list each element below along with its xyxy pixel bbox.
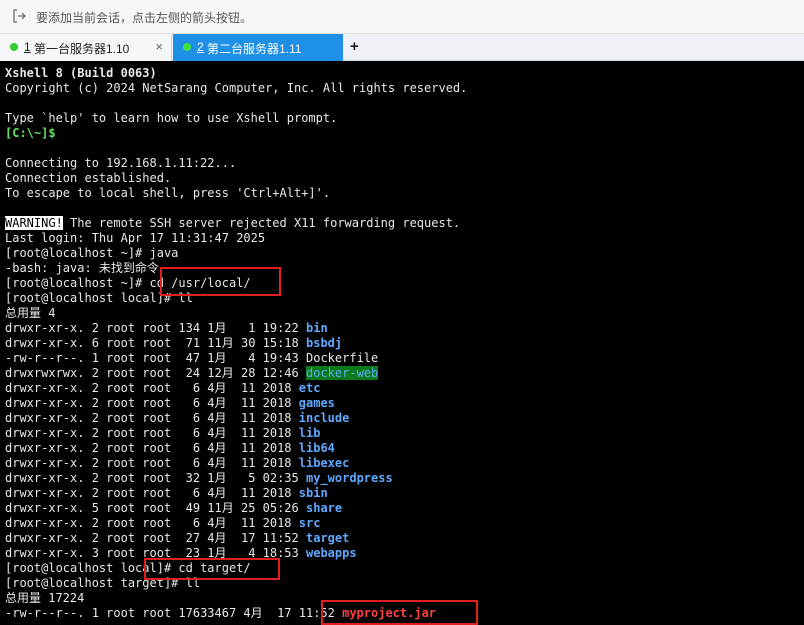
tab-label: 第一台服务器1.10 [34, 42, 130, 56]
listing-row: drwxr-xr-x. 6 root root 71 11月 30 15:18 … [5, 336, 467, 351]
listing-meta: drwxr-xr-x. 2 root root 6 4月 11 2018 [5, 396, 299, 410]
listing-row: drwxr-xr-x. 2 root root 6 4月 11 2018 sbi… [5, 486, 467, 501]
listing-row: drwxrwxrwx. 2 root root 24 12月 28 12:46 … [5, 366, 467, 381]
listing-name: include [298, 411, 350, 425]
connected-status-icon [10, 43, 18, 51]
terminal-line: Copyright (c) 2024 NetSarang Computer, I… [5, 81, 468, 95]
terminal-line: [root@localhost ~]# java [5, 246, 179, 260]
listing-meta: -rw-r--r--. 1 root root 17633467 4月 17 1… [5, 606, 343, 620]
terminal-lines: Xshell 8 (Build 0063) Copyright (c) 2024… [5, 66, 467, 621]
terminal-line: Connecting to 192.168.1.11:22... [5, 156, 237, 170]
terminal-line: 总用量 4 [5, 306, 56, 320]
session-tab-bar: 1 第一台服务器1.10 × 2 第二台服务器1.11 + [0, 34, 804, 61]
listing-row: drwxr-xr-x. 2 root root 134 1月 1 19:22 b… [5, 321, 467, 336]
listing-meta: drwxr-xr-x. 2 root root 134 1月 1 19:22 [5, 321, 306, 335]
listing-name: target [306, 531, 350, 545]
listing-name: my_wordpress [306, 471, 393, 485]
listing-row: drwxr-xr-x. 2 root root 6 4月 11 2018 inc… [5, 411, 467, 426]
listing-meta: drwxr-xr-x. 5 root root 49 11月 25 05:26 [5, 501, 306, 515]
listing-row: -rw-r--r--. 1 root root 47 1月 4 19:43 Do… [5, 351, 467, 366]
terminal-output[interactable]: Xshell 8 (Build 0063) Copyright (c) 2024… [0, 61, 804, 625]
listing-row: drwxr-xr-x. 2 root root 27 4月 17 11:52 t… [5, 531, 467, 546]
highlight-jar-file [321, 600, 478, 625]
listing-name: sbin [298, 486, 328, 500]
terminal-line: [C:\~]$ [5, 126, 56, 140]
terminal-line: WARNING! The remote SSH server rejected … [5, 216, 467, 231]
new-tab-button[interactable]: + [350, 38, 359, 55]
listing-name: webapps [306, 546, 357, 560]
listing-row: drwxr-xr-x. 5 root root 49 11月 25 05:26 … [5, 501, 467, 516]
session-hint-text: 要添加当前会话，点击左侧的箭头按钮。 [36, 11, 253, 25]
listing-meta: drwxr-xr-x. 2 root root 6 4月 11 2018 [5, 516, 299, 530]
terminal-line: Xshell 8 (Build 0063) [5, 66, 157, 80]
listing-meta: drwxr-xr-x. 2 root root 6 4月 11 2018 [5, 456, 299, 470]
listing-meta: drwxr-xr-x. 2 root root 6 4月 11 2018 [5, 426, 299, 440]
listing-name: games [298, 396, 335, 410]
terminal-line: Connection established. [5, 171, 172, 185]
session-hint-bar: 要添加当前会话，点击左侧的箭头按钮。 [0, 0, 804, 34]
listing-row: drwxr-xr-x. 2 root root 6 4月 11 2018 lib… [5, 441, 467, 456]
listing-meta: drwxr-xr-x. 2 root root 6 4月 11 2018 [5, 441, 299, 455]
listing-meta: drwxr-xr-x. 2 root root 6 4月 11 2018 [5, 486, 299, 500]
listing-row: drwxr-xr-x. 2 root root 6 4月 11 2018 gam… [5, 396, 467, 411]
listing-meta: drwxr-xr-x. 2 root root 32 1月 5 02:35 [5, 471, 306, 485]
listing-row: drwxr-xr-x. 2 root root 32 1月 5 02:35 my… [5, 471, 467, 486]
tab-number: 1 [24, 40, 31, 54]
listing-name: Dockerfile [306, 351, 379, 365]
listing-meta: drwxr-xr-x. 6 root root 71 11月 30 15:18 [5, 336, 306, 350]
listing-meta: drwxr-xr-x. 2 root root 27 4月 17 11:52 [5, 531, 306, 545]
connected-status-icon [183, 43, 191, 51]
terminal-line: To escape to local shell, press 'Ctrl+Al… [5, 186, 331, 200]
highlight-cd-target [144, 558, 280, 580]
listing-row: drwxr-xr-x. 2 root root 6 4月 11 2018 lib [5, 426, 467, 441]
tab-server-1[interactable]: 1 第一台服务器1.10 × [0, 34, 172, 61]
listing-name: share [306, 501, 343, 515]
listing-row: drwxr-xr-x. 2 root root 6 4月 11 2018 src [5, 516, 467, 531]
tab-number: 2 [197, 40, 204, 54]
listing-meta: -rw-r--r--. 1 root root 47 1月 4 19:43 [5, 351, 306, 365]
listing-row: drwxr-xr-x. 2 root root 6 4月 11 2018 lib… [5, 456, 467, 471]
listing-name: etc [298, 381, 321, 395]
listing-name: src [298, 516, 321, 530]
tab-server-2[interactable]: 2 第二台服务器1.11 [173, 34, 343, 61]
close-tab-icon[interactable]: × [155, 39, 163, 54]
listing-meta: drwxrwxrwx. 2 root root 24 12月 28 12:46 [5, 366, 306, 380]
listing-name: lib64 [298, 441, 335, 455]
listing-name: lib [298, 426, 321, 440]
warning-message: The remote SSH server rejected X11 forwa… [62, 216, 461, 230]
listing-row: drwxr-xr-x. 2 root root 6 4月 11 2018 etc [5, 381, 467, 396]
listing-meta: drwxr-xr-x. 2 root root 6 4月 11 2018 [5, 411, 299, 425]
listing-name: libexec [298, 456, 350, 470]
listing-meta: drwxr-xr-x. 2 root root 6 4月 11 2018 [5, 381, 299, 395]
terminal-line: Last login: Thu Apr 17 11:31:47 2025 [5, 231, 266, 245]
listing-name: bin [306, 321, 328, 335]
add-session-icon[interactable] [13, 9, 27, 23]
listing-name: bsbdj [306, 336, 343, 350]
tab-label: 第二台服务器1.11 [207, 42, 302, 56]
listing-name: docker-web [306, 366, 379, 380]
highlight-cd-usr-local [160, 267, 281, 296]
warning-tag: WARNING! [5, 216, 63, 230]
terminal-line: Type `help' to learn how to use Xshell p… [5, 111, 338, 125]
